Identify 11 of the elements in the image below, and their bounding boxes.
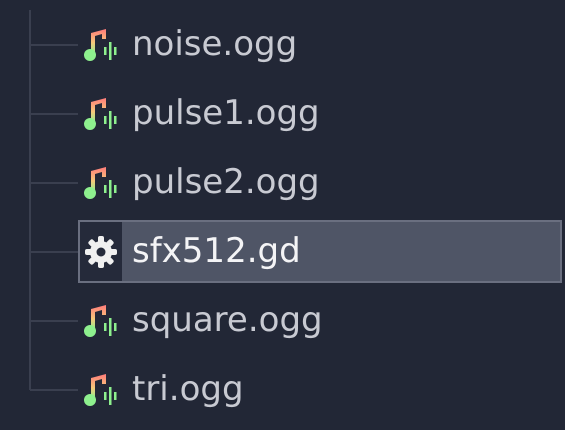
file-item[interactable]: sfx512.gd — [78, 220, 562, 283]
tree-connector-line — [29, 10, 78, 79]
file-item[interactable]: noise.ogg — [78, 13, 562, 76]
tree-connector-line — [29, 148, 78, 217]
tree-connector-line — [29, 217, 78, 286]
file-item[interactable]: tri.ogg — [78, 358, 562, 421]
file-item[interactable]: pulse2.ogg — [78, 151, 562, 214]
file-item[interactable]: square.ogg — [78, 289, 562, 352]
gear-icon — [83, 234, 119, 270]
tree-connector-line — [29, 79, 78, 148]
file-item[interactable]: pulse1.ogg — [78, 82, 562, 145]
